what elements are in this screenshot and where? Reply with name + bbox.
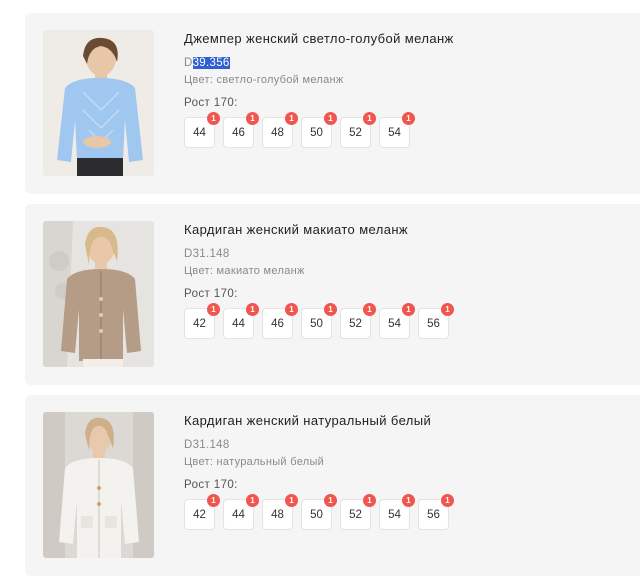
product-title[interactable]: Джемпер женский светло-голубой меланж <box>184 31 454 46</box>
size-option[interactable]: 50 1 <box>301 494 337 530</box>
size-count-badge: 1 <box>363 112 376 125</box>
model-photo-blue-jumper-icon[interactable] <box>43 30 154 176</box>
size-option[interactable]: 42 1 <box>184 494 220 530</box>
size-count-badge: 1 <box>402 303 415 316</box>
size-option[interactable]: 46 1 <box>262 303 298 339</box>
size-label: 50 <box>310 317 323 330</box>
size-label: 42 <box>193 317 206 330</box>
model-photo-beige-cardigan-icon[interactable] <box>43 221 154 367</box>
size-count-badge: 1 <box>363 303 376 316</box>
size-option[interactable]: 52 1 <box>340 303 376 339</box>
size-option[interactable]: 44 1 <box>223 303 259 339</box>
size-label: 56 <box>427 508 440 521</box>
size-option[interactable]: 54 1 <box>379 112 415 148</box>
size-label: 54 <box>388 508 401 521</box>
size-label: 44 <box>193 126 206 139</box>
size-count-badge: 1 <box>207 112 220 125</box>
product-card: Кардиган женский макиато меланж D31.148 … <box>25 204 640 385</box>
product-sku: D39.356 <box>184 57 230 69</box>
size-count-badge: 1 <box>402 112 415 125</box>
size-label: 52 <box>349 508 362 521</box>
size-option[interactable]: 50 1 <box>301 303 337 339</box>
sku-prefix: D31.148 <box>184 439 230 451</box>
size-option[interactable]: 56 1 <box>418 494 454 530</box>
size-option[interactable]: 44 1 <box>223 494 259 530</box>
product-sku: D31.148 <box>184 248 230 260</box>
product-card: Джемпер женский светло-голубой меланж D3… <box>25 13 640 194</box>
size-count-badge: 1 <box>441 303 454 316</box>
size-label: 48 <box>271 508 284 521</box>
product-height-label: Рост 170: <box>184 288 238 300</box>
size-label: 42 <box>193 508 206 521</box>
product-list: Джемпер женский светло-голубой меланж D3… <box>0 0 640 588</box>
product-height-label: Рост 170: <box>184 97 238 109</box>
product-color: Цвет: светло-голубой меланж <box>184 74 344 86</box>
size-count-badge: 1 <box>402 494 415 507</box>
size-label: 52 <box>349 317 362 330</box>
size-label: 50 <box>310 126 323 139</box>
size-count-badge: 1 <box>324 303 337 316</box>
size-label: 44 <box>232 317 245 330</box>
size-label: 48 <box>271 126 284 139</box>
product-sku: D31.148 <box>184 439 230 451</box>
size-option[interactable]: 52 1 <box>340 112 376 148</box>
size-options: 44 1 46 1 48 1 50 1 52 1 54 1 <box>184 112 604 157</box>
model-photo-white-cardigan-icon[interactable] <box>43 412 154 558</box>
size-label: 54 <box>388 317 401 330</box>
size-options: 42 1 44 1 46 1 50 1 52 1 54 1 56 1 <box>184 303 604 348</box>
size-label: 52 <box>349 126 362 139</box>
size-count-badge: 1 <box>246 112 259 125</box>
size-count-badge: 1 <box>207 494 220 507</box>
size-option[interactable]: 42 1 <box>184 303 220 339</box>
size-label: 50 <box>310 508 323 521</box>
size-count-badge: 1 <box>246 494 259 507</box>
size-option[interactable]: 48 1 <box>262 494 298 530</box>
size-options: 42 1 44 1 48 1 50 1 52 1 54 1 56 1 <box>184 494 604 539</box>
size-option[interactable]: 52 1 <box>340 494 376 530</box>
size-label: 44 <box>232 508 245 521</box>
product-card: Кардиган женский натуральный белый D31.1… <box>25 395 640 576</box>
size-count-badge: 1 <box>324 112 337 125</box>
product-height-label: Рост 170: <box>184 479 238 491</box>
size-count-badge: 1 <box>285 112 298 125</box>
size-option[interactable]: 44 1 <box>184 112 220 148</box>
sku-prefix: D31.148 <box>184 248 230 260</box>
size-count-badge: 1 <box>363 494 376 507</box>
size-option[interactable]: 56 1 <box>418 303 454 339</box>
size-option[interactable]: 54 1 <box>379 494 415 530</box>
size-label: 56 <box>427 317 440 330</box>
product-title[interactable]: Кардиган женский макиато меланж <box>184 222 408 237</box>
sku-selected-text: 39.356 <box>192 57 230 69</box>
size-label: 46 <box>232 126 245 139</box>
size-option[interactable]: 46 1 <box>223 112 259 148</box>
size-count-badge: 1 <box>246 303 259 316</box>
product-title[interactable]: Кардиган женский натуральный белый <box>184 413 431 428</box>
size-option[interactable]: 48 1 <box>262 112 298 148</box>
size-count-badge: 1 <box>324 494 337 507</box>
sku-prefix: D <box>184 57 193 69</box>
size-option[interactable]: 50 1 <box>301 112 337 148</box>
size-count-badge: 1 <box>207 303 220 316</box>
size-count-badge: 1 <box>441 494 454 507</box>
size-option[interactable]: 54 1 <box>379 303 415 339</box>
product-color: Цвет: макиато меланж <box>184 265 305 277</box>
size-count-badge: 1 <box>285 494 298 507</box>
size-label: 46 <box>271 317 284 330</box>
size-count-badge: 1 <box>285 303 298 316</box>
size-label: 54 <box>388 126 401 139</box>
product-color: Цвет: натуральный белый <box>184 456 325 468</box>
